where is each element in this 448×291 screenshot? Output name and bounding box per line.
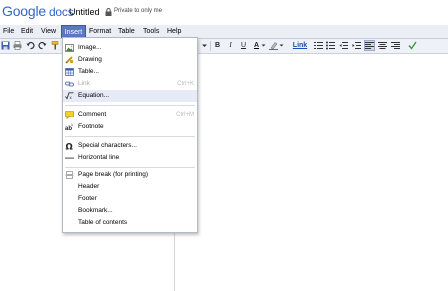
insert-bookmark-label: Bookmark...: [78, 207, 113, 214]
insert-table-label: Table...: [78, 68, 99, 75]
spell-check-icon[interactable]: [408, 41, 417, 50]
bulleted-list-icon[interactable]: [326, 41, 335, 50]
save-icon[interactable]: [1, 41, 10, 50]
menu-separator: [65, 167, 195, 168]
menu-separator: [65, 105, 195, 106]
numbered-list-icon[interactable]: [314, 41, 323, 50]
text-color-button[interactable]: A: [252, 41, 261, 50]
redo-icon[interactable]: [38, 41, 47, 50]
insert-table-of-contents-label: Table of contents: [78, 219, 128, 226]
insert-footnote-item[interactable]: ab 1 Footnote: [63, 121, 197, 133]
insert-horizontal-line-label: Horizontal line: [78, 154, 120, 161]
print-icon[interactable]: [13, 41, 22, 50]
image-icon: [65, 44, 74, 52]
footnote-icon: ab1: [65, 123, 73, 131]
text-color-arrow-icon[interactable]: [261, 41, 266, 50]
lock-icon: [105, 8, 112, 16]
insert-footer-label: Footer: [78, 195, 97, 202]
insert-menu-dropdown: Image... Drawing Table... Link Ctrl+K x …: [62, 37, 198, 233]
google-docs-window: Google docs Untitled Private to only me F…: [0, 0, 448, 291]
increase-indent-icon[interactable]: [352, 41, 361, 50]
insert-page-break-label: Page break (for printing): [78, 171, 149, 178]
menu-edit[interactable]: Edit: [19, 25, 35, 38]
insert-header-item[interactable]: Header: [63, 181, 197, 193]
table-icon: [65, 68, 74, 76]
insert-comment-item[interactable]: Comment Ctrl+M: [63, 109, 197, 121]
insert-link-item[interactable]: Link Ctrl+K: [63, 78, 197, 90]
link-shortcut: Ctrl+K: [177, 81, 194, 87]
equation-icon: x: [65, 92, 74, 100]
header: Google docs Untitled Private to only me: [0, 0, 448, 25]
page-break-icon: [65, 171, 74, 179]
document-title[interactable]: Untitled: [69, 7, 100, 17]
insert-comment-label: Comment: [78, 111, 107, 118]
bold-button[interactable]: B: [213, 41, 222, 50]
insert-footer-item[interactable]: Footer: [63, 193, 197, 205]
horizontal-line-icon: [65, 157, 74, 159]
svg-text:1: 1: [71, 123, 73, 127]
font-size-dropdown-arrow[interactable]: [201, 41, 208, 50]
insert-equation-item[interactable]: x Equation...: [63, 90, 197, 102]
insert-horizontal-line-item[interactable]: Horizontal line: [63, 152, 197, 164]
google-docs-logo[interactable]: Google docs: [2, 3, 74, 20]
decrease-indent-icon[interactable]: [339, 41, 348, 50]
comment-icon: [65, 111, 74, 119]
insert-image-label: Image...: [78, 44, 102, 51]
insert-image-item[interactable]: Image...: [63, 42, 197, 54]
insert-footnote-label: Footnote: [78, 123, 104, 130]
link-button[interactable]: Link: [292, 41, 308, 50]
link-icon: [65, 81, 74, 87]
align-right-icon[interactable]: [391, 41, 400, 50]
paint-format-icon[interactable]: [51, 41, 60, 50]
insert-table-of-contents-item[interactable]: Table of contents: [63, 217, 197, 229]
insert-special-characters-item[interactable]: Ω Special characters...: [63, 140, 197, 152]
highlight-color-icon[interactable]: [269, 41, 278, 50]
insert-equation-label: Equation...: [78, 92, 110, 99]
underline-button[interactable]: U: [239, 41, 248, 50]
comment-shortcut: Ctrl+M: [176, 112, 194, 118]
omega-icon: Ω: [66, 143, 73, 151]
italic-button[interactable]: I: [226, 41, 235, 50]
insert-header-label: Header: [78, 183, 100, 190]
toolbar-separator: [210, 41, 211, 51]
undo-icon[interactable]: [26, 41, 35, 50]
privacy-status[interactable]: Private to only me: [114, 8, 162, 14]
insert-link-label: Link: [78, 80, 90, 87]
menu-view[interactable]: View: [39, 25, 58, 38]
svg-text:x: x: [70, 95, 73, 100]
highlight-color-arrow-icon[interactable]: [279, 41, 284, 50]
insert-drawing-item[interactable]: Drawing: [63, 54, 197, 66]
drawing-icon: [65, 56, 73, 64]
insert-drawing-label: Drawing: [78, 56, 102, 63]
insert-page-break-item[interactable]: Page break (for printing): [63, 169, 197, 181]
svg-text:Ω: Ω: [66, 143, 73, 151]
menu-separator: [65, 136, 195, 137]
insert-table-item[interactable]: Table...: [63, 66, 197, 78]
align-center-icon[interactable]: [378, 41, 387, 50]
insert-special-characters-label: Special characters...: [78, 142, 137, 149]
menu-file[interactable]: File: [1, 25, 16, 38]
logo-google: Google: [2, 3, 46, 19]
insert-bookmark-item[interactable]: Bookmark...: [63, 205, 197, 217]
align-left-icon[interactable]: [364, 40, 375, 51]
